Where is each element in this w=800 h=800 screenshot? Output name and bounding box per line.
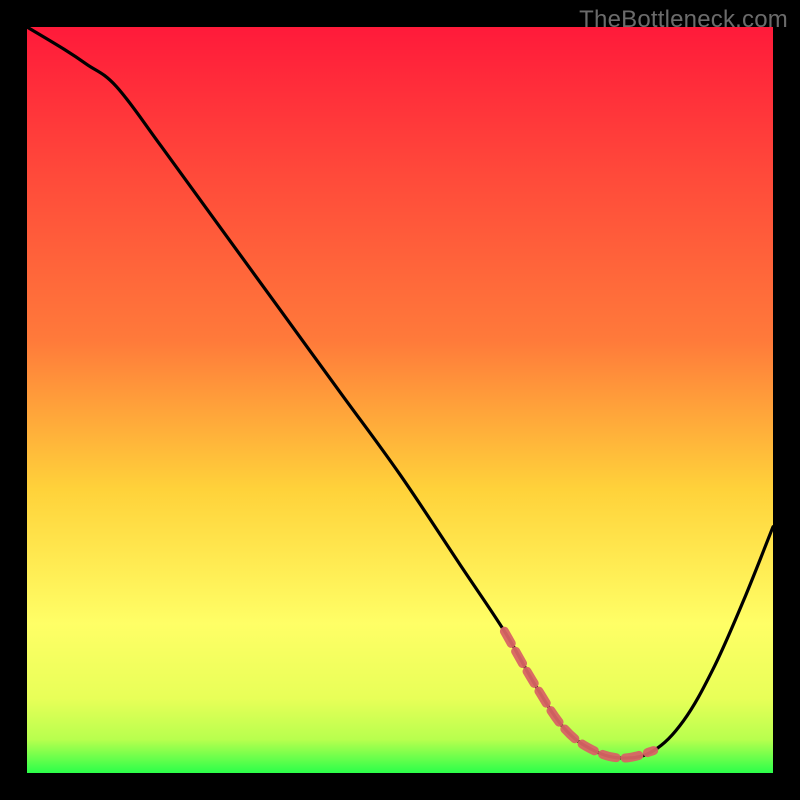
watermark-text: TheBottleneck.com <box>579 6 788 34</box>
chart-svg <box>27 27 773 773</box>
plot-area <box>27 27 773 773</box>
gradient-background <box>27 27 773 773</box>
chart-frame: TheBottleneck.com <box>0 0 800 800</box>
